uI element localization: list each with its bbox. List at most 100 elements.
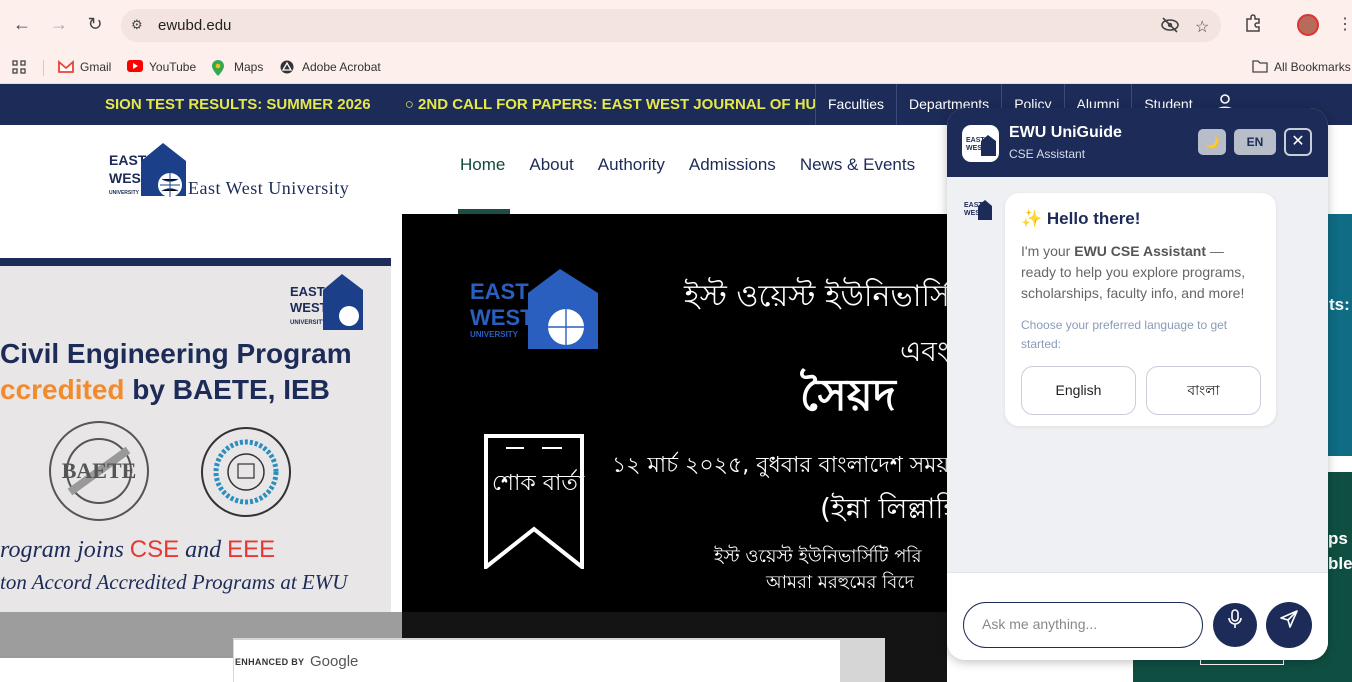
banner-line-3-pre: rogram joins [0, 537, 130, 563]
welcome-intro-pre: I'm your [1021, 243, 1075, 259]
banner-line-3: rogram joins CSE and EEE [0, 536, 275, 564]
condolence-logo-west: WEST [470, 305, 534, 330]
condolence-banner[interactable]: EAST WEST UNIVERSITY ইস্ট ওয়েস্ট ইউনিভা… [402, 214, 947, 612]
news-ticker[interactable]: SION TEST RESULTS: SUMMER 2026 ○ 2ND CAL… [105, 84, 815, 125]
bookmark-acrobat[interactable]: Adobe Acrobat [280, 56, 381, 78]
banner-eee: EEE [227, 536, 276, 563]
profile-avatar[interactable] [1297, 14, 1319, 36]
nav-authority[interactable]: Authority [586, 155, 677, 175]
folder-icon [1252, 60, 1268, 74]
condolence-logo-university: UNIVERSITY [470, 330, 519, 339]
youtube-icon [127, 60, 143, 74]
bookmark-label: Gmail [80, 60, 112, 74]
nav-admissions[interactable]: Admissions [677, 155, 788, 175]
chat-header: EAST WEST EWU UniGuide CSE Assistant 🌙 EN… [947, 108, 1328, 177]
apps-grid-icon[interactable] [12, 56, 26, 78]
top-link-faculties[interactable]: Faculties [815, 84, 896, 125]
nav-news-events[interactable]: News & Events [788, 155, 927, 175]
condolence-date: ১২ মার্চ ২০২৫, বুধবার বাংলাদেশ সময় সকাল… [612, 453, 947, 478]
all-bookmarks[interactable]: All Bookmarks [1252, 56, 1351, 78]
language-prompt: Choose your preferred language to get st… [1021, 318, 1228, 351]
bookmark-label: Maps [234, 60, 264, 74]
banner-line-4: ton Accord Accredited Programs at EWU [0, 570, 348, 594]
site-info-icon[interactable]: ⚙ [131, 17, 143, 33]
google-brand: Google [310, 653, 359, 670]
star-icon[interactable]: ☆ [1195, 17, 1209, 37]
banner-headline-2-rest: by BAETE, IEB [124, 374, 330, 405]
bookmark-label: Adobe Acrobat [302, 60, 381, 74]
back-icon[interactable]: ← [10, 12, 34, 36]
chat-logo: EAST WEST [962, 125, 999, 162]
banner-ewu-logo: EAST WEST UNIVERSITY [290, 274, 363, 330]
nav-home[interactable]: Home [448, 155, 517, 175]
condolence-inna: (ইন্না লিল্লাহি ও [820, 492, 947, 525]
banner-cse: CSE [129, 536, 180, 563]
welcome-message: ✨ Hello there! I'm your EWU CSE Assistan… [1005, 193, 1276, 426]
all-bookmarks-label: All Bookmarks [1274, 60, 1351, 74]
nav-about[interactable]: About [517, 155, 585, 175]
menu-dots-icon[interactable]: ⋮ [1337, 14, 1352, 34]
baete-seal-text: BAETE [62, 458, 137, 483]
close-icon[interactable]: ✕ [1284, 128, 1312, 156]
url-text: ewubd.edu [158, 17, 232, 34]
banner-logo-east: EAST [290, 284, 325, 299]
enhanced-by-label: ENHANCED BY [235, 657, 305, 667]
welcome-intro-bold: EWU CSE Assistant [1074, 243, 1206, 259]
condolence-title-2: এবং [900, 335, 947, 368]
maps-icon [212, 60, 228, 76]
theme-toggle-button[interactable]: 🌙 [1198, 129, 1226, 155]
send-icon [1280, 610, 1298, 628]
chat-footer: Ask me anything... [947, 572, 1328, 660]
address-bar[interactable]: ⚙ ewubd.edu ☆ [121, 9, 1221, 42]
chat-subtitle: CSE Assistant [1009, 147, 1086, 161]
english-button[interactable]: English [1021, 366, 1136, 415]
acrobat-icon [280, 60, 296, 74]
forward-icon[interactable]: → [47, 12, 71, 36]
bookmark-gmail[interactable]: Gmail [58, 56, 111, 78]
banner-line-3-mid: and [179, 537, 228, 563]
right-teal-panel[interactable] [1327, 214, 1352, 456]
banner-highlight: ccredited [0, 374, 125, 405]
bangla-button[interactable]: বাংলা [1146, 366, 1261, 415]
ticker-item-text: 2ND CALL FOR PAPERS: EAST WEST JOURNAL O… [418, 96, 815, 113]
accreditation-banner[interactable]: EAST WEST UNIVERSITY Civil Engineering P… [0, 258, 391, 658]
chat-widget: EAST WEST EWU UniGuide CSE Assistant 🌙 EN… [947, 108, 1328, 660]
right-teal-text: ts: [1329, 295, 1350, 314]
gmail-icon [58, 60, 74, 74]
welcome-body: I'm your EWU CSE Assistant — ready to he… [1021, 241, 1261, 304]
site-logo[interactable]: EAST WEST UNIVERSITY East West Universit… [108, 143, 383, 199]
logo-letters-university: UNIVERSITY [109, 190, 140, 196]
banner-headline-1: Civil Engineering Program [0, 338, 352, 369]
condolence-logo-east: EAST [470, 279, 529, 304]
send-button[interactable] [1266, 602, 1312, 648]
ticker-item[interactable]: SION TEST RESULTS: SUMMER 2026 [105, 96, 371, 113]
baete-seal: BAETE [49, 421, 149, 521]
chat-input[interactable]: Ask me anything... [963, 602, 1203, 648]
browser-toolbar: ← → ↻ ⚙ ewubd.edu ☆ ⋮ [0, 0, 1352, 52]
bookmark-youtube[interactable]: YouTube [127, 56, 196, 78]
banner-topline [0, 258, 391, 266]
main-nav: Home About Authority Admissions News & E… [448, 155, 927, 175]
ticker-item[interactable]: ○ 2ND CALL FOR PAPERS: EAST WEST JOURNAL… [405, 96, 815, 113]
welcome-heading-text: Hello there! [1046, 209, 1141, 228]
mic-button[interactable] [1213, 603, 1257, 647]
extensions-icon[interactable] [1244, 14, 1262, 37]
eye-off-icon[interactable] [1161, 17, 1179, 38]
bookmark-divider [43, 60, 44, 76]
moon-icon: 🌙 [1204, 135, 1220, 149]
reload-icon[interactable]: ↻ [83, 12, 107, 36]
sparkle-icon: ✨ [1021, 209, 1043, 228]
mic-icon [1228, 609, 1242, 628]
welcome-heading: ✨ Hello there! [1021, 209, 1140, 229]
chat-title: EWU UniGuide [1009, 124, 1122, 141]
right-green-text-2: ble [1328, 554, 1352, 573]
google-search-input[interactable]: ENHANCED BY Google [234, 640, 840, 682]
language-toggle-button[interactable]: EN [1234, 129, 1276, 155]
condolence-ewu-logo: EAST WEST UNIVERSITY [470, 269, 598, 349]
bookmark-label: YouTube [149, 60, 197, 74]
bot-avatar: EAST WEST [962, 192, 994, 224]
logo-wordmark: East West University [188, 178, 350, 198]
bookmark-maps[interactable]: Maps [212, 56, 263, 78]
ieb-seal [201, 427, 291, 517]
condolence-title-1: ইস্ট ওয়েস্ট ইউনিভার্সিটির প্র [684, 279, 947, 314]
